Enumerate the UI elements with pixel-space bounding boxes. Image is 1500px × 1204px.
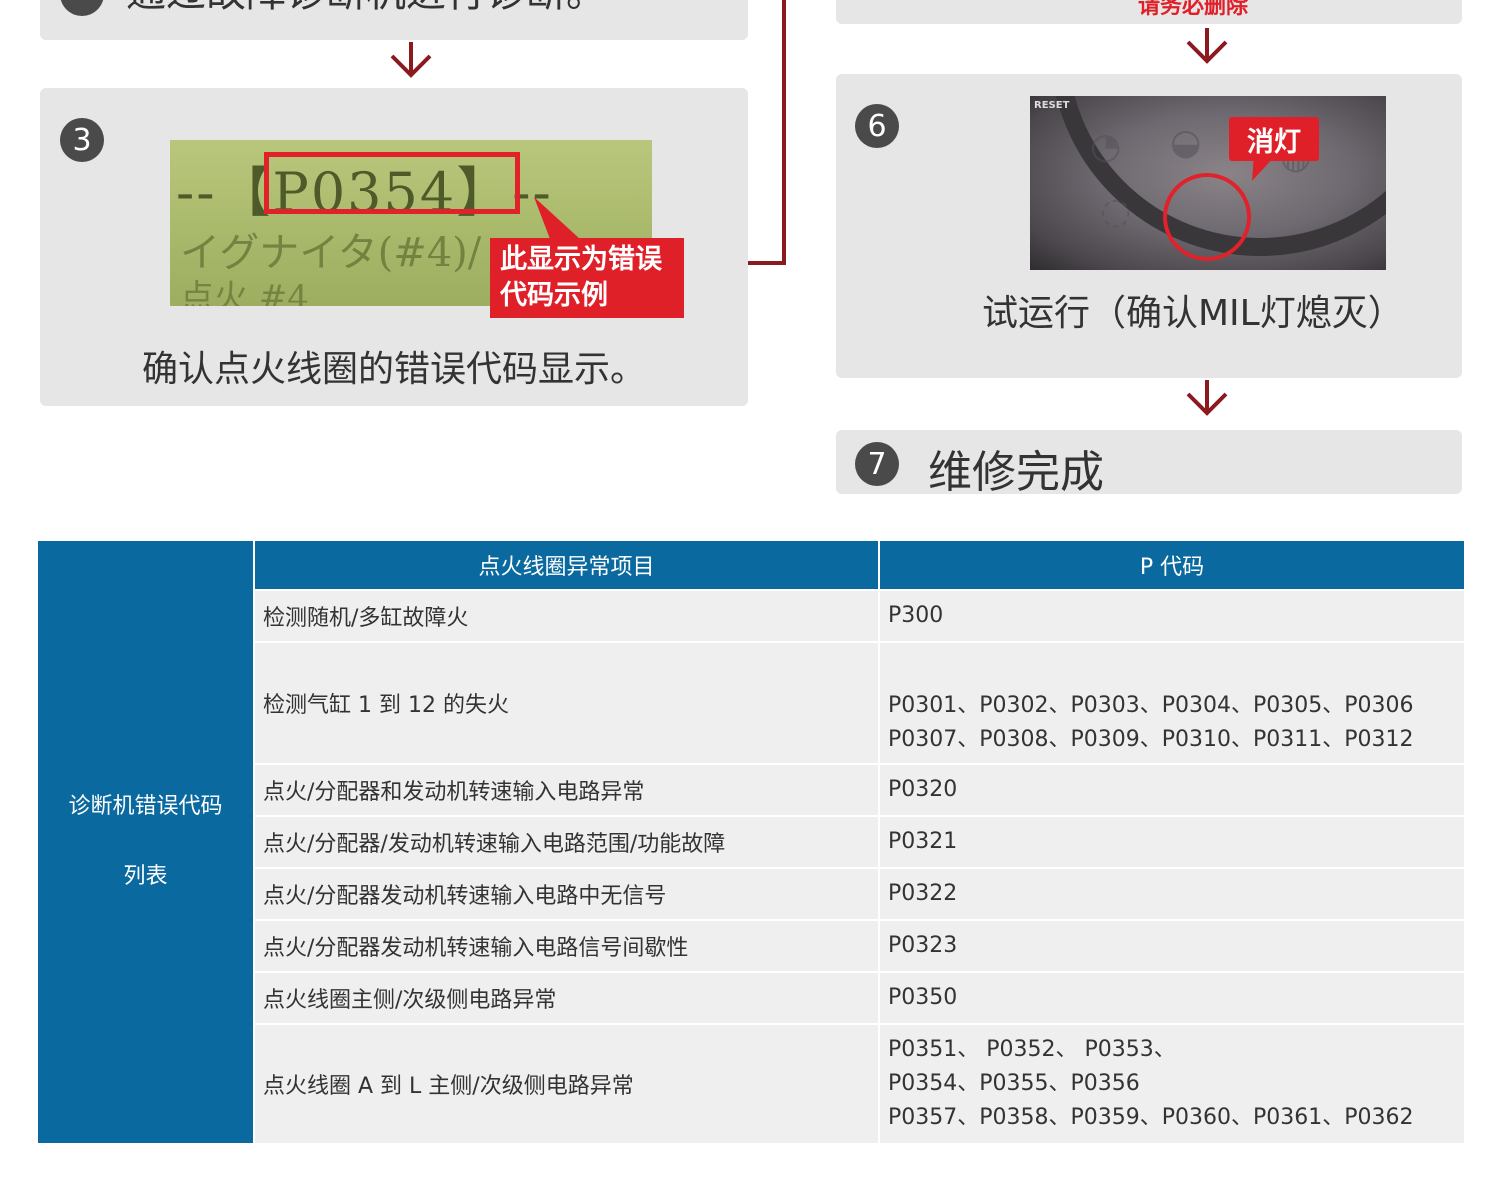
photo-reset-label: RESET xyxy=(1034,100,1070,111)
flow-connector-line xyxy=(748,0,786,265)
step3-number-badge: 3 xyxy=(60,118,104,162)
step2-text: 通过故障诊断机进行诊断。 xyxy=(126,0,606,16)
table-cell-item: 检测随机/多缸故障火 xyxy=(255,591,878,641)
table-header-item: 点火线圈异常项目 xyxy=(255,541,878,589)
table-cell-code: P0323 xyxy=(880,921,1464,971)
dashboard-symbol-icon: ◌ xyxy=(1100,191,1132,232)
table-row: 点火/分配器发动机转速输入电路信号间歇性 P0323 xyxy=(255,921,1464,971)
step7-text: 维修完成 xyxy=(928,447,1104,498)
table-cell-code: P0320 xyxy=(880,765,1464,815)
table-row: 点火/分配器和发动机转速输入电路异常 P0320 xyxy=(255,765,1464,815)
table-row: 点火线圈 A 到 L 主侧/次级侧电路异常 P0351、 P0352、 P035… xyxy=(255,1025,1464,1143)
dashboard-symbol-icon: ◒ xyxy=(1170,122,1202,163)
table-cell-item: 点火/分配器/发动机转速输入电路范围/功能故障 xyxy=(255,817,878,867)
table-cell-code: P0350 xyxy=(880,973,1464,1023)
table-cell-item: 点火/分配器发动机转速输入电路中无信号 xyxy=(255,869,878,919)
table-row: 点火/分配器发动机转速输入电路中无信号 P0322 xyxy=(255,869,1464,919)
table-cell-item: 点火线圈主侧/次级侧电路异常 xyxy=(255,973,878,1023)
dashboard-symbol-icon: ◔ xyxy=(1090,126,1122,167)
table-cell-item: 检测气缸 1 到 12 的失火 xyxy=(255,643,878,763)
table-cell-code: P0322 xyxy=(880,869,1464,919)
table-row: 检测气缸 1 到 12 的失火 P0301、P0302、P0303、P0304、… xyxy=(255,643,1464,763)
table-row: 点火/分配器/发动机转速输入电路范围/功能故障 P0321 xyxy=(255,817,1464,867)
step6-caption: 试运行（确认MIL灯熄灭） xyxy=(982,293,1404,334)
step7-number-badge: 7 xyxy=(855,442,899,486)
down-arrow-icon xyxy=(1186,28,1228,64)
step3-caption: 确认点火线圈的错误代码显示。 xyxy=(142,349,647,390)
table-row: 检测随机/多缸故障火 P300 xyxy=(255,591,1464,641)
light-off-tag: 消灯 xyxy=(1229,117,1319,161)
table-cell-code: P300 xyxy=(880,591,1464,641)
table-cell-code: P0321 xyxy=(880,817,1464,867)
table-cell-code: P0301、P0302、P0303、P0304、P0305、P0306 P030… xyxy=(880,643,1464,763)
table-side-label: 诊断机错误代码 列表 xyxy=(38,541,253,1143)
table-cell-item: 点火/分配器发动机转速输入电路信号间歇性 xyxy=(255,921,878,971)
step5-note: 请务必删除 xyxy=(1138,0,1249,19)
error-code-callout: 此显示为错误代码示例 xyxy=(490,238,684,318)
down-arrow-icon xyxy=(390,42,432,78)
error-code-highlight-box xyxy=(264,152,520,214)
error-code-table: 诊断机错误代码 列表 点火线圈异常项目 P 代码 检测随机/多缸故障火 P300… xyxy=(38,541,1464,1143)
step6-number-badge: 6 xyxy=(855,104,899,148)
mil-indicator-highlight-circle xyxy=(1163,173,1251,261)
lcd-line-ignition: 点火 #4 xyxy=(180,278,309,306)
table-cell-item: 点火线圈 A 到 L 主侧/次级侧电路异常 xyxy=(255,1025,878,1143)
table-header-pcode: P 代码 xyxy=(880,541,1464,589)
down-arrow-icon xyxy=(1186,380,1228,416)
table-cell-code: P0351、 P0352、 P0353、 P0354、P0355、P0356 P… xyxy=(880,1025,1464,1143)
table-row: 点火线圈主侧/次级侧电路异常 P0350 xyxy=(255,973,1464,1023)
table-cell-item: 点火/分配器和发动机转速输入电路异常 xyxy=(255,765,878,815)
